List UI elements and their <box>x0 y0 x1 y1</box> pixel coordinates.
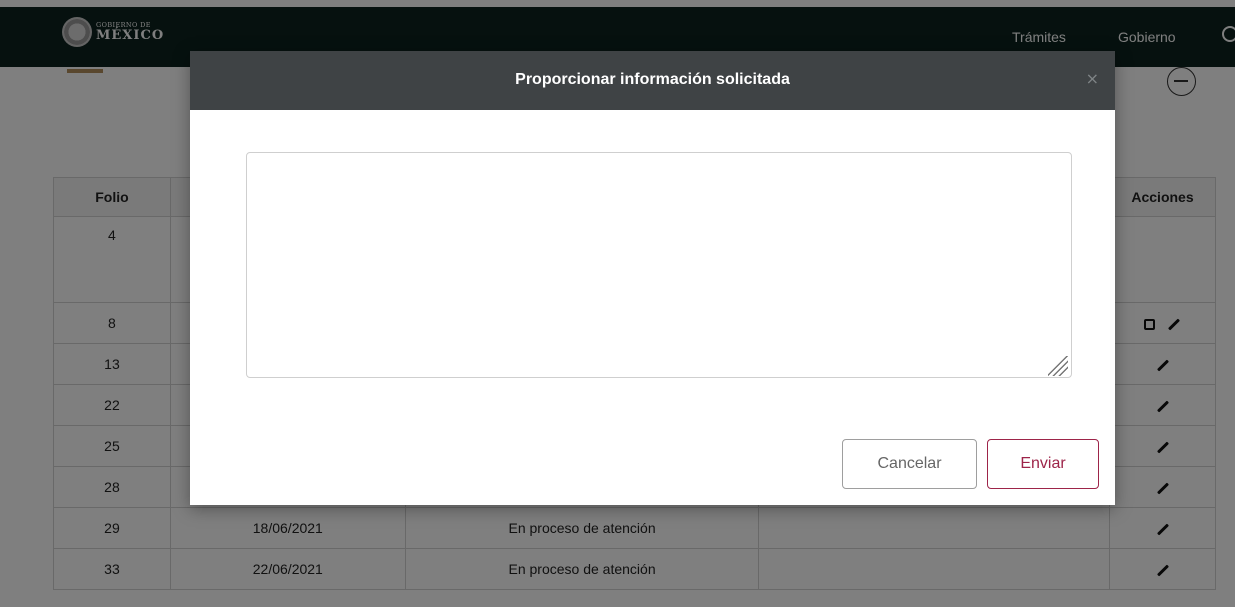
send-button[interactable]: Enviar <box>987 439 1099 489</box>
resize-grip-icon[interactable] <box>1048 356 1068 376</box>
cancel-button[interactable]: Cancelar <box>842 439 977 489</box>
modal-title: Proporcionar información solicitada <box>515 71 790 88</box>
info-textarea[interactable] <box>246 152 1072 378</box>
modal-header: Proporcionar información solicitada × <box>190 51 1115 110</box>
provide-info-modal: Proporcionar información solicitada × Ca… <box>190 51 1115 505</box>
close-icon[interactable]: × <box>1086 69 1099 88</box>
